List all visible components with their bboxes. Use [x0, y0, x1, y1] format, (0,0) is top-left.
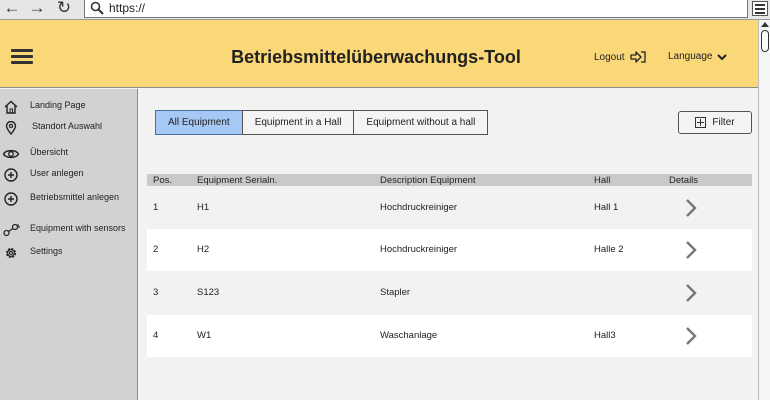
search-icon [90, 1, 104, 15]
sidebar-item-landing-page[interactable]: Landing Page [0, 100, 137, 114]
tab-all-equipment[interactable]: All Equipment [155, 110, 243, 135]
logout-label: Logout [594, 51, 625, 63]
column-header-serial: Equipment Serialn. [197, 175, 278, 186]
url-bar[interactable]: https:// [84, 0, 748, 18]
sidebar-item-uebersicht[interactable]: Übersicht [0, 147, 137, 161]
plus-circle-icon [4, 192, 18, 206]
app-header: Betriebsmittelüberwachungs-Tool Logout L… [0, 20, 758, 88]
chevron-right-icon[interactable] [682, 240, 700, 260]
table-row[interactable]: 3 S123 Stapler [147, 272, 752, 314]
back-arrow-icon[interactable]: ← [2, 0, 22, 18]
cell-hall: Hall 1 [594, 202, 619, 213]
cell-pos: 2 [153, 244, 159, 255]
cell-serial: H1 [197, 202, 210, 213]
scroll-up-icon[interactable] [761, 22, 769, 27]
cell-description: Stapler [380, 287, 411, 298]
sidebar-item-label: User anlegen [30, 168, 84, 178]
scroll-thumb[interactable] [761, 30, 769, 52]
sidebar-item-label: Übersicht [30, 147, 69, 157]
cell-pos: 4 [153, 330, 159, 341]
sidebar-item-settings[interactable]: Settings [0, 246, 137, 260]
cell-serial: H2 [197, 244, 210, 255]
cell-description: Hochdruckreiniger [380, 244, 458, 255]
plus-square-icon [695, 117, 707, 128]
table-row[interactable]: 2 H2 Hochdruckreiniger Halle 2 [147, 229, 752, 271]
cell-pos: 3 [153, 287, 159, 298]
location-pin-icon [5, 121, 17, 135]
url-text: https:// [109, 1, 146, 15]
language-label: Language [668, 51, 713, 62]
chevron-down-icon [716, 53, 727, 60]
column-header-pos: Pos. [153, 175, 173, 186]
column-header-hall: Hall [594, 175, 611, 186]
plus-circle-icon [4, 168, 18, 182]
sidebar-item-label: Standort Auswahl [32, 121, 103, 131]
sidebar-item-user-anlegen[interactable]: User anlegen [0, 168, 137, 182]
cell-pos: 1 [153, 202, 159, 213]
table-row[interactable]: 4 W1 Waschanlage Hall3 [147, 315, 752, 357]
logout-button[interactable]: Logout [594, 51, 646, 63]
hamburger-menu-icon[interactable] [11, 49, 33, 65]
sidebar: Landing Page Standort Auswahl Übersicht … [0, 89, 138, 400]
cell-description: Waschanlage [380, 330, 438, 341]
page-scrollbar[interactable] [758, 20, 770, 400]
chevron-right-icon[interactable] [682, 283, 700, 303]
sidebar-item-label: Equipment with sensors [30, 223, 126, 233]
main-content: All Equipment Equipment in a Hall Equipm… [138, 89, 758, 400]
cell-description: Hochdruckreiniger [380, 202, 458, 213]
app-title: Betriebsmittelüberwachungs-Tool [231, 47, 521, 67]
sensor-icon [3, 223, 20, 237]
chevron-right-icon[interactable] [682, 198, 700, 218]
table-header: Pos. Equipment Serialn. Description Equi… [147, 174, 752, 186]
reload-icon[interactable]: ↻ [54, 0, 74, 18]
tab-equipment-in-a-hall[interactable]: Equipment in a Hall [241, 110, 355, 135]
logout-icon [629, 51, 646, 63]
home-icon [4, 100, 18, 114]
filter-button-label: Filter [712, 117, 735, 128]
sidebar-item-betriebsmittel-anlegen[interactable]: Betriebsmittel anlegen [0, 192, 137, 206]
cell-hall: Hall3 [594, 330, 616, 341]
cell-serial: W1 [197, 330, 212, 341]
cell-hall: Halle 2 [594, 244, 624, 255]
sidebar-item-standort-auswahl[interactable]: Standort Auswahl [0, 121, 137, 135]
sidebar-item-equipment-with-sensors[interactable]: Equipment with sensors [0, 223, 137, 237]
sidebar-item-label: Landing Page [30, 100, 86, 110]
browser-menu-icon[interactable] [752, 1, 768, 16]
sidebar-item-label: Settings [30, 246, 63, 256]
language-dropdown[interactable]: Language [668, 51, 727, 62]
column-header-details: Details [669, 175, 699, 186]
tab-equipment-without-a-hall[interactable]: Equipment without a hall [353, 110, 489, 135]
filter-button[interactable]: Filter [678, 111, 752, 134]
equipment-filter-tabs: All Equipment Equipment in a Hall Equipm… [155, 110, 489, 135]
cell-serial: S123 [197, 287, 220, 298]
column-header-description: Description Equipment [380, 175, 476, 186]
chevron-right-icon[interactable] [682, 326, 700, 346]
forward-arrow-icon[interactable]: → [27, 0, 47, 18]
gear-icon [5, 247, 17, 259]
table-row[interactable]: 1 H1 Hochdruckreiniger Hall 1 [147, 187, 752, 229]
sidebar-item-label: Betriebsmittel anlegen [30, 192, 120, 202]
eye-icon [2, 149, 20, 159]
browser-toolbar: ← → ↻ https:// [0, 0, 770, 20]
